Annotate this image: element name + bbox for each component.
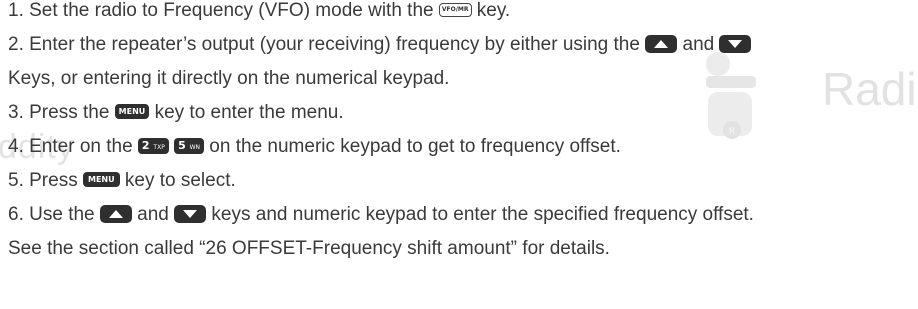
step-5: 5. Press MENU key to select. <box>8 170 236 192</box>
step-1-text-a: 1. Set the radio to Frequency (VFO) mode… <box>8 0 439 21</box>
down-arrow-key-icon <box>719 34 752 53</box>
num-5-sub: WN <box>189 143 201 151</box>
step-6: 6. Use the and keys and numeric keypad t… <box>8 204 754 226</box>
vfo-mr-key-icon: VFO/MR <box>438 2 472 17</box>
step-2-cont-text: Keys, or entering it directly on the num… <box>8 68 450 89</box>
step-2-text-b: and <box>677 34 720 55</box>
see-also-text: See the section called “26 OFFSET-Freque… <box>8 238 610 259</box>
menu-key-icon: MENU <box>82 172 120 188</box>
num-2-sub: TXP <box>153 143 165 151</box>
robot-logo-icon: R <box>706 52 756 139</box>
step-2-continued: Keys, or entering it directly on the num… <box>8 68 449 90</box>
num-2-label: 2 <box>141 138 150 152</box>
step-6-text-a: 6. Use the <box>8 204 100 225</box>
step-1-text-b: key. <box>471 0 511 21</box>
menu-key-icon: MENU <box>114 104 150 120</box>
step-3: 3. Press the MENU key to enter the menu. <box>8 102 344 124</box>
step-1: 1. Set the radio to Frequency (VFO) mode… <box>8 0 510 22</box>
step-2-text-a: 2. Enter the repeater’s output (your rec… <box>8 34 646 55</box>
num-5-label: 5 <box>178 138 186 152</box>
step-4-text-b: on the numeric keypad to get to frequenc… <box>204 136 621 157</box>
step-5-text-b: key to select. <box>119 170 236 191</box>
down-arrow-key-icon <box>174 204 207 223</box>
step-4: 4. Enter on the 2 TXP 5 WN on the numeri… <box>8 136 621 158</box>
step-2: 2. Enter the repeater’s output (your rec… <box>8 34 752 56</box>
num-5-key-icon: 5 WN <box>174 137 205 154</box>
step-5-text-a: 5. Press <box>8 170 83 191</box>
step-3-text-a: 3. Press the <box>8 102 115 123</box>
up-arrow-key-icon <box>99 204 132 223</box>
num-2-key-icon: 2 TXP <box>137 137 169 154</box>
svg-text:R: R <box>729 127 735 137</box>
step-6-text-b: and <box>131 204 175 225</box>
see-also-note: See the section called “26 OFFSET-Freque… <box>8 238 610 260</box>
up-arrow-key-icon <box>645 34 678 53</box>
step-4-text-a: 4. Enter on the <box>8 136 138 157</box>
step-3-text-b: key to enter the menu. <box>149 102 344 123</box>
watermark-right: Radi <box>822 63 917 115</box>
step-6-text-c: keys and numeric keypad to enter the spe… <box>206 204 754 225</box>
